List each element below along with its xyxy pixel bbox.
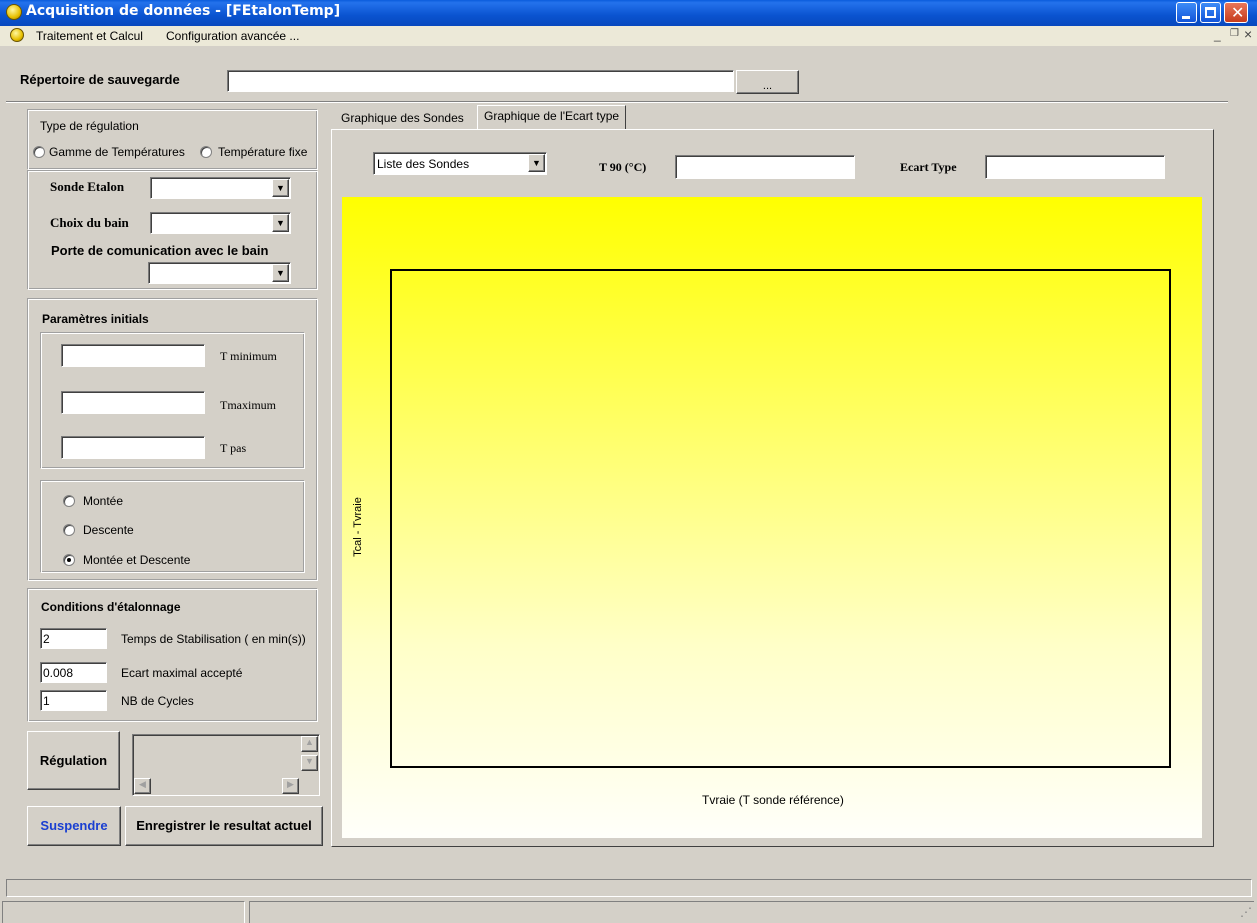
status-panel-1 bbox=[2, 901, 245, 923]
regulation-type-label: Type de régulation bbox=[40, 119, 139, 133]
tmax-label: Tmaximum bbox=[220, 398, 276, 412]
params-group: Paramètres initials T minimum Tmaximum T… bbox=[28, 299, 318, 581]
ecart-input[interactable]: 0.008 bbox=[40, 662, 107, 683]
temp-range-box: T minimum Tmaximum T pas bbox=[41, 333, 305, 469]
radio-montee-descente-label[interactable]: Montée et Descente bbox=[83, 553, 190, 567]
cycles-label: NB de Cycles bbox=[121, 694, 194, 708]
close-icon: ✕ bbox=[1231, 3, 1245, 22]
status-bar: ⋰ bbox=[0, 899, 1257, 923]
minimize-button[interactable] bbox=[1176, 2, 1197, 23]
bulb-icon bbox=[10, 28, 24, 42]
log-textarea[interactable]: ▲ ▼ ◀ ▶ bbox=[132, 734, 320, 796]
menu-bar: Traitement et Calcul Configuration avanc… bbox=[0, 26, 1257, 46]
save-dir-label: Répertoire de sauvegarde bbox=[20, 72, 180, 87]
save-result-button[interactable]: Enregistrer le resultat actuel bbox=[125, 806, 323, 846]
close-button[interactable]: ✕ bbox=[1224, 2, 1248, 23]
conditions-group: Conditions d'étalonnage 2 Temps de Stabi… bbox=[28, 589, 318, 722]
tmin-input[interactable] bbox=[61, 344, 205, 367]
ecart-label: Ecart maximal accepté bbox=[121, 666, 243, 680]
menu-traitement[interactable]: Traitement et Calcul bbox=[36, 29, 143, 43]
scroll-up-icon[interactable]: ▲ bbox=[301, 736, 318, 752]
radio-montee-descente[interactable] bbox=[63, 554, 75, 566]
bulb-icon bbox=[6, 4, 22, 20]
radio-montee[interactable] bbox=[63, 495, 75, 507]
browse-button[interactable]: ... bbox=[736, 70, 799, 94]
bain-select[interactable]: ▼ bbox=[150, 212, 291, 234]
mdi-close-icon[interactable]: × bbox=[1244, 26, 1252, 42]
chart-area: Tvraie (T sonde référence) Tcal - Tvraie bbox=[342, 197, 1202, 838]
stab-input[interactable]: 2 bbox=[40, 628, 107, 649]
chevron-down-icon[interactable]: ▼ bbox=[272, 264, 289, 282]
cycles-input[interactable]: 1 bbox=[40, 690, 107, 711]
tab-page: Liste des Sondes ▼ T 90 (°C) Ecart Type … bbox=[331, 129, 1214, 847]
chevron-down-icon[interactable]: ▼ bbox=[528, 154, 545, 172]
probe-select[interactable]: Liste des Sondes ▼ bbox=[373, 152, 547, 175]
radio-fixed-label[interactable]: Température fixe bbox=[218, 145, 307, 159]
tab-sondes[interactable]: Graphique des Sondes bbox=[335, 108, 470, 130]
progress-bar bbox=[6, 879, 1252, 897]
radio-range[interactable] bbox=[33, 146, 45, 158]
save-dir-input[interactable] bbox=[227, 70, 734, 92]
sonde-select[interactable]: ▼ bbox=[150, 177, 291, 199]
sonde-label: Sonde Etalon bbox=[50, 179, 125, 194]
tpas-label: T pas bbox=[220, 441, 247, 455]
title-bar[interactable]: Acquisition de données - [FEtalonTemp] ✕ bbox=[0, 0, 1257, 26]
minimize-icon bbox=[1182, 16, 1190, 19]
stab-label: Temps de Stabilisation ( en min(s)) bbox=[121, 632, 306, 646]
mdi-restore-icon[interactable]: ❐ bbox=[1230, 28, 1239, 39]
menu-configuration[interactable]: Configuration avancée ... bbox=[166, 29, 299, 43]
conditions-title: Conditions d'étalonnage bbox=[41, 600, 181, 614]
scroll-left-icon[interactable]: ◀ bbox=[134, 778, 151, 794]
resize-grip-icon[interactable]: ⋰ bbox=[1240, 905, 1252, 919]
port-label: Porte de comunication avec le bain bbox=[51, 243, 269, 258]
direction-box: Montée Descente Montée et Descente bbox=[41, 481, 305, 573]
maximize-button[interactable] bbox=[1200, 2, 1221, 23]
radio-montee-label[interactable]: Montée bbox=[83, 494, 123, 508]
y-axis-label: Tcal - Tvraie bbox=[351, 497, 364, 557]
tpas-input[interactable] bbox=[61, 436, 205, 459]
window-title: Acquisition de données - [FEtalonTemp] bbox=[26, 3, 341, 19]
radio-range-label[interactable]: Gamme de Températures bbox=[49, 145, 185, 159]
regulation-type-group: Type de régulation Gamme de Températures… bbox=[28, 110, 318, 170]
t90-label: T 90 (°C) bbox=[599, 160, 647, 174]
chart-svg bbox=[342, 197, 1202, 838]
regulation-button[interactable]: Régulation bbox=[27, 731, 120, 790]
t90-input[interactable] bbox=[675, 155, 855, 179]
bain-label: Choix du bain bbox=[50, 215, 129, 230]
x-axis-label: Tvraie (T sonde référence) bbox=[702, 793, 844, 807]
mdi-minimize-icon[interactable]: _ bbox=[1214, 28, 1221, 42]
port-select[interactable]: ▼ bbox=[148, 262, 291, 284]
separator bbox=[6, 101, 1228, 103]
suspend-button[interactable]: Suspendre bbox=[27, 806, 121, 846]
chevron-down-icon[interactable]: ▼ bbox=[272, 179, 289, 197]
equipment-group: Sonde Etalon ▼ Choix du bain ▼ Porte de … bbox=[28, 171, 318, 290]
params-title: Paramètres initials bbox=[42, 312, 149, 326]
scroll-right-icon[interactable]: ▶ bbox=[282, 778, 299, 794]
radio-fixed[interactable] bbox=[200, 146, 212, 158]
tmax-input[interactable] bbox=[61, 391, 205, 414]
scroll-down-icon[interactable]: ▼ bbox=[301, 755, 318, 771]
tmin-label: T minimum bbox=[220, 349, 277, 363]
radio-descente-label[interactable]: Descente bbox=[83, 523, 134, 537]
chevron-down-icon[interactable]: ▼ bbox=[272, 214, 289, 232]
tab-ecart-type[interactable]: Graphique de l'Ecart type bbox=[477, 105, 627, 130]
radio-descente[interactable] bbox=[63, 524, 75, 536]
maximize-icon bbox=[1205, 7, 1216, 18]
status-panel-2 bbox=[249, 901, 1254, 923]
ecart-type-input[interactable] bbox=[985, 155, 1165, 179]
ecart-type-label: Ecart Type bbox=[900, 160, 957, 174]
